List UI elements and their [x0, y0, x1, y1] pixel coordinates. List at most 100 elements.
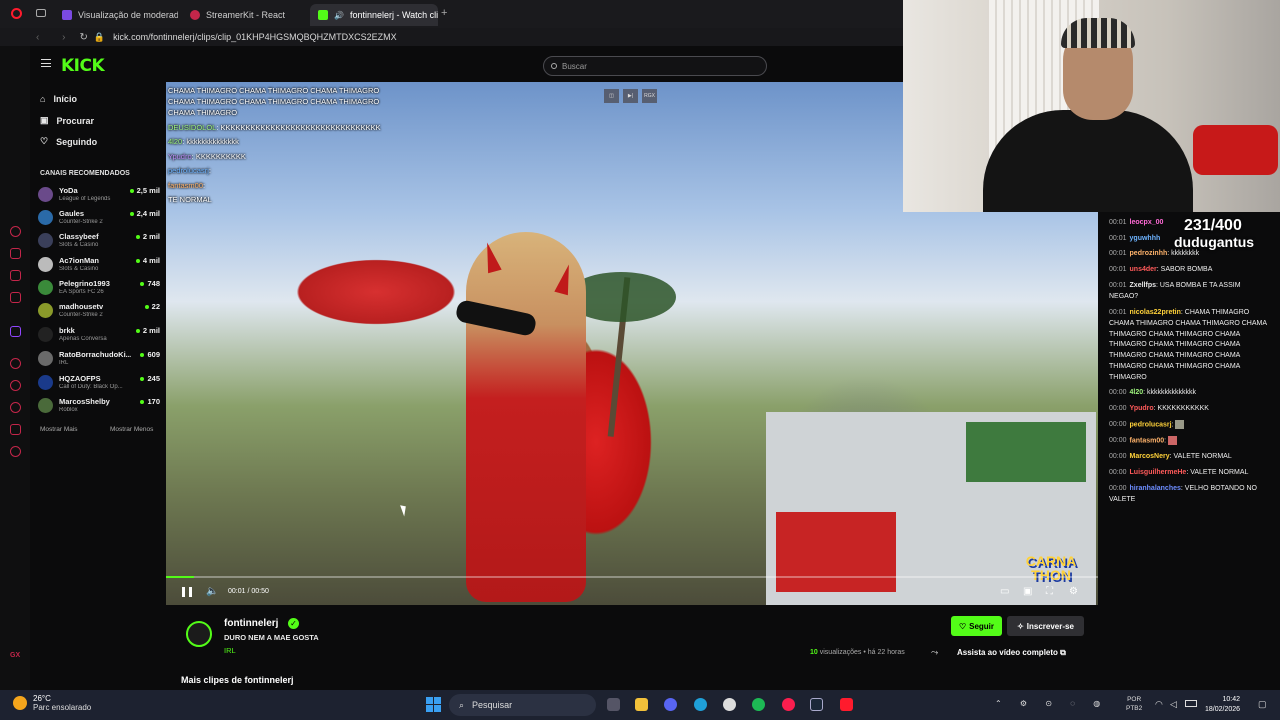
back-forward-icons[interactable]: ‹ ›: [36, 32, 75, 43]
viewer-count: 609: [140, 350, 160, 359]
tab-label: Visualização de moderad: [78, 10, 178, 20]
messenger-icon[interactable]: [10, 270, 21, 281]
player-icon[interactable]: [10, 358, 21, 369]
sub-goal-name: dudugantus: [1174, 234, 1255, 250]
home-icon: ⌂: [40, 94, 46, 104]
channel-name: brkk: [59, 326, 75, 335]
stream-chat: 231/400 dudugantus 00:01 leocpx_00 00:01 y…: [1098, 212, 1280, 690]
avatar: [38, 187, 53, 202]
workspace-icon[interactable]: [36, 9, 46, 17]
speaker-icon[interactable]: 🔊: [334, 11, 344, 20]
pip-icon[interactable]: ▣: [1023, 586, 1032, 597]
chat-message: 00:01 Zxellfps: USA BOMBA E TA ASSIM NEGA…: [1109, 282, 1241, 300]
notification-icon[interactable]: ▢: [1258, 699, 1267, 710]
viewer-count: 22: [145, 302, 160, 311]
channel-name: HQZAOFPS: [59, 374, 101, 383]
pause-button[interactable]: [182, 587, 192, 597]
github-icon[interactable]: [723, 698, 736, 711]
channel-name: Gaules: [59, 209, 85, 218]
channel-name[interactable]: fontinnelerj: [224, 618, 278, 629]
bag-icon[interactable]: [10, 248, 21, 259]
search-input[interactable]: Buscar: [543, 56, 767, 76]
tab-kick-clip[interactable]: 🔊 fontinnelerj - Watch cli: [310, 4, 438, 26]
fullscreen-icon[interactable]: ⛶: [1046, 586, 1053, 597]
show-more-link[interactable]: Mostrar Mais: [40, 426, 78, 433]
heart-icon[interactable]: [10, 380, 21, 391]
clip-category[interactable]: IRL: [224, 646, 236, 655]
channel-item[interactable]: HQZAOFPS Call of Duty: Black Op... 245: [38, 372, 160, 394]
kick-mod-icon: [62, 10, 72, 20]
follow-label: Seguir: [969, 621, 995, 631]
overlay-chat-line: fantasm00:: [168, 180, 206, 190]
overlay-chat-line: TE NORMAL: [168, 195, 212, 204]
video-progress-bar[interactable]: [166, 576, 1098, 578]
skip-icon[interactable]: ▶|: [623, 89, 638, 103]
reload-icon[interactable]: ↻: [79, 32, 87, 43]
channel-item[interactable]: brkk Apenas Conversa 2 mil: [38, 324, 160, 346]
mail-icon[interactable]: [10, 292, 21, 303]
channel-name: RatoBorrachudoKi...: [59, 350, 131, 359]
tab-streamerkit[interactable]: StreamerKit - React: [182, 4, 306, 26]
search-label: Pesquisar: [472, 700, 513, 710]
channel-category: Slots & Casino: [59, 266, 99, 272]
volume-icon[interactable]: ◁: [1170, 699, 1177, 710]
rgx-icon[interactable]: RGX: [642, 89, 657, 103]
channel-item[interactable]: madhousetv Counter-Strike 2 22: [38, 300, 160, 322]
channel-avatar[interactable]: [186, 621, 212, 647]
nav-following[interactable]: ♡ Seguindo: [40, 136, 97, 147]
avatar: [38, 351, 53, 366]
show-less-link[interactable]: Mostrar Menos: [110, 426, 153, 433]
gx-icon[interactable]: GX: [10, 652, 20, 659]
wifi-icon[interactable]: ◠: [1155, 699, 1163, 710]
aria-icon[interactable]: [10, 226, 21, 237]
share-icon[interactable]: ⤳: [931, 647, 938, 658]
battery-icon[interactable]: [1185, 700, 1197, 707]
edge-icon[interactable]: [694, 698, 707, 711]
channel-item[interactable]: Gaules Counter-Strike 2 2,4 mil: [38, 207, 160, 229]
channel-item[interactable]: MarcosShelby Roblox 170: [38, 395, 160, 417]
nav-label: Procurar: [56, 115, 95, 126]
subscribe-button[interactable]: ✧ Inscrever-se: [1007, 616, 1084, 636]
channel-item[interactable]: Classybeef Slots & Casino 2 mil: [38, 230, 160, 252]
tab-moderation[interactable]: Visualização de moderad: [54, 4, 178, 26]
windows-start-icon[interactable]: [426, 697, 441, 712]
steam-icon[interactable]: [810, 698, 823, 711]
settings-icon[interactable]: ⚙: [1069, 586, 1078, 597]
system-tray[interactable]: ⌃ ⚙ ⊙ ◌ ◍: [995, 699, 1108, 708]
settings-icon[interactable]: [10, 446, 21, 457]
new-tab-button[interactable]: +: [441, 7, 447, 19]
clip-icon[interactable]: ◫: [604, 89, 619, 103]
file-explorer-icon[interactable]: [635, 698, 648, 711]
history-icon[interactable]: [10, 402, 21, 413]
follow-button[interactable]: ♡ Seguir: [951, 616, 1002, 636]
language-indicator[interactable]: POR PTB2: [1126, 695, 1142, 713]
browser-sidebar: GX: [0, 46, 30, 690]
channel-item[interactable]: YoDa League of Legends 2,5 mil: [38, 184, 160, 206]
url-text[interactable]: kick.com/fontinnelerj/clips/clip_01KHP4H…: [113, 32, 397, 42]
chat-message: 00:00 pedrolucasrj:: [1109, 420, 1269, 431]
taskbar-search[interactable]: ⌕ Pesquisar: [449, 694, 596, 716]
clock[interactable]: 10:42 18/02/2026: [1205, 695, 1240, 715]
watch-full-video-link[interactable]: Assista ao vídeo completo ⧉: [957, 648, 1066, 658]
menu-icon[interactable]: [41, 59, 51, 67]
channel-item[interactable]: Pelegrino1993 EA Sports FC 26 748: [38, 277, 160, 299]
kick-logo[interactable]: KICK: [61, 56, 105, 76]
volume-icon[interactable]: 🔈: [206, 586, 218, 597]
channel-item[interactable]: Ac7ionMan Slots & Casino 4 mil: [38, 254, 160, 276]
channel-item[interactable]: RatoBorrachudoKi... IRL 609: [38, 348, 160, 370]
theater-mode-icon[interactable]: ▭: [1000, 586, 1009, 597]
recommended-title: CANAIS RECOMENDADOS: [40, 170, 130, 177]
opera-gx-icon[interactable]: [782, 698, 795, 711]
twitch-icon[interactable]: [10, 326, 21, 337]
spotify-icon[interactable]: [752, 698, 765, 711]
cube-icon[interactable]: [10, 424, 21, 435]
avatar: [38, 303, 53, 318]
nav-browse[interactable]: ▣ Procurar: [40, 115, 94, 126]
opera-icon[interactable]: [11, 8, 22, 19]
channel-category: Counter-Strike 2: [59, 312, 103, 318]
weather-widget[interactable]: 26°C Parc ensolarado: [13, 694, 91, 712]
task-view-icon[interactable]: [607, 698, 620, 711]
nav-home[interactable]: ⌂ Início: [40, 94, 77, 104]
opera-icon[interactable]: [840, 698, 853, 711]
discord-icon[interactable]: [664, 698, 677, 711]
